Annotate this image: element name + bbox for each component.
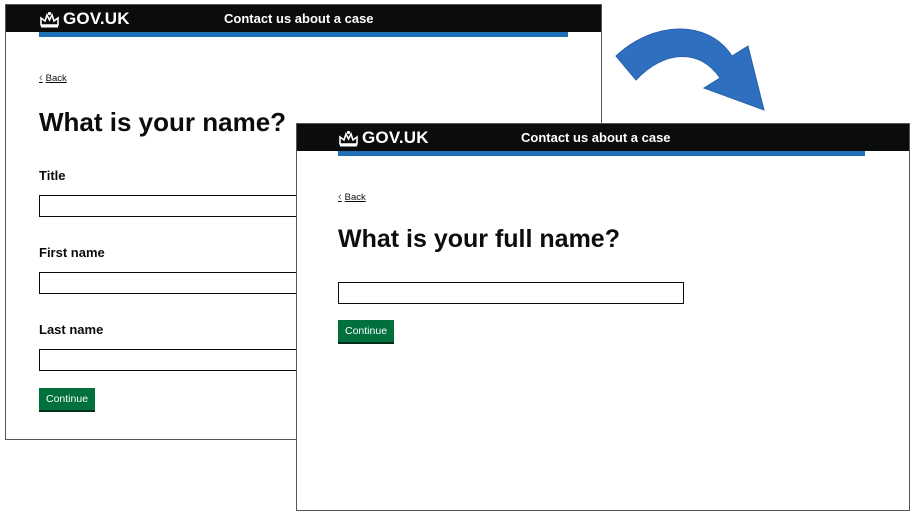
govuk-logo[interactable]: GOV.UK — [39, 9, 130, 29]
continue-button[interactable]: Continue — [338, 320, 395, 342]
last-name-input[interactable] — [39, 349, 319, 371]
title-label: Title — [39, 168, 66, 183]
govuk-header: GOV.UK Contact us about a case — [297, 124, 909, 151]
page-title: What is your full name? — [338, 225, 620, 253]
screen-after: GOV.UK Contact us about a case ‹ Back Wh… — [296, 123, 910, 511]
header-blue-bar — [39, 32, 568, 37]
back-link[interactable]: ‹ Back — [39, 72, 67, 84]
continue-button[interactable]: Continue — [39, 388, 96, 410]
service-name[interactable]: Contact us about a case — [224, 11, 374, 26]
first-name-label: First name — [39, 245, 105, 260]
first-name-input[interactable] — [39, 272, 319, 294]
page-title: What is your name? — [39, 107, 287, 137]
crown-icon — [339, 130, 358, 146]
full-name-input[interactable] — [338, 282, 684, 304]
header-blue-bar — [338, 151, 865, 156]
chevron-left-icon: ‹ — [39, 72, 43, 84]
title-input[interactable] — [39, 195, 319, 217]
crown-icon — [40, 11, 59, 27]
service-name[interactable]: Contact us about a case — [521, 130, 671, 145]
govuk-header: GOV.UK Contact us about a case — [6, 5, 601, 32]
chevron-left-icon: ‹ — [338, 191, 342, 203]
brand-text: GOV.UK — [63, 9, 130, 28]
curved-arrow-icon — [615, 28, 765, 111]
back-link[interactable]: ‹ Back — [338, 191, 366, 203]
back-link-label: Back — [344, 191, 366, 203]
last-name-label: Last name — [39, 322, 104, 337]
brand-text: GOV.UK — [362, 128, 429, 147]
back-link-label: Back — [45, 72, 67, 84]
govuk-logo[interactable]: GOV.UK — [338, 128, 429, 148]
